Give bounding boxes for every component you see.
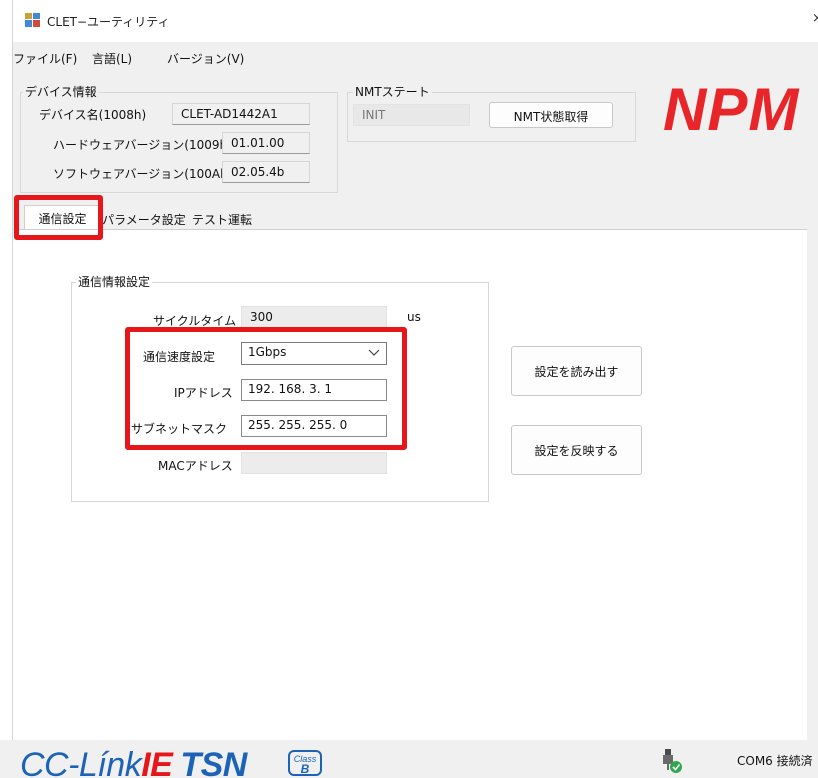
tab-strip: 通信設定 パラメータ設定 テスト運転 <box>13 205 818 233</box>
device-info-legend: デバイス情報 <box>23 83 99 100</box>
hw-version-label: ハードウェアバージョン(1009h) <box>53 138 232 152</box>
mac-address-field <box>241 452 387 474</box>
subnet-mask-input[interactable]: 255. 255. 255. 0 <box>241 415 387 437</box>
subnet-label: サブネットマスク <box>131 422 228 436</box>
nmt-state-field: INIT <box>353 104 470 126</box>
app-icon <box>25 13 40 27</box>
menu-bar: ファイル(F) 言語(L) バージョン(V) <box>13 44 818 72</box>
tab-test-run[interactable]: テスト運転 <box>187 207 257 231</box>
npm-logo: NPM <box>663 76 800 143</box>
comm-info-legend: 通信情報設定 <box>76 273 153 290</box>
cycle-time-field: 300 <box>241 306 387 328</box>
tab-parameter-settings[interactable]: パラメータ設定 <box>101 207 187 231</box>
window-title: CLET−ユーティリティ <box>47 15 170 29</box>
read-settings-button[interactable]: 設定を読み出す <box>511 346 642 396</box>
cycle-time-label: サイクルタイム <box>153 314 237 328</box>
mac-label: MACアドレス <box>158 459 233 473</box>
cclink-ie-tsn-logo: CC-LínkIE TSN <box>20 746 247 778</box>
device-name-field: CLET-AD1442A1 <box>172 103 310 125</box>
chevron-down-icon <box>368 349 380 356</box>
sw-version-field: 02.05.4b <box>222 161 310 183</box>
app-window: CLET−ユーティリティ × ファイル(F) 言語(L) バージョン(V) デバ… <box>12 0 818 778</box>
hw-version-field: 01.01.00 <box>222 132 310 154</box>
apply-settings-button[interactable]: 設定を反映する <box>511 425 642 475</box>
connection-status: COM6 接続済 <box>737 754 813 768</box>
menu-file[interactable]: ファイル(F) <box>13 50 77 67</box>
close-icon[interactable]: × <box>812 11 818 26</box>
speed-select[interactable]: 1Gbps <box>241 342 387 365</box>
device-name-label: デバイス名(1008h) <box>39 108 147 122</box>
speed-label: 通信速度設定 <box>143 350 216 364</box>
usb-connected-icon <box>663 749 682 773</box>
sw-version-label: ソフトウェアバージョン(100Ah) <box>53 167 233 181</box>
ip-label: IPアドレス <box>174 386 233 400</box>
menu-version[interactable]: バージョン(V) <box>167 50 244 67</box>
cycle-time-unit: us <box>407 310 421 324</box>
title-bar: CLET−ユーティリティ × <box>13 0 818 42</box>
nmt-get-state-button[interactable]: NMT状態取得 <box>489 102 613 128</box>
class-b-badge: Class B <box>288 750 322 776</box>
speed-select-value: 1Gbps <box>248 345 287 359</box>
nmt-state-legend: NMTステート <box>353 83 432 100</box>
ip-address-input[interactable]: 192. 168. 3. 1 <box>241 379 387 401</box>
menu-language[interactable]: 言語(L) <box>92 50 132 67</box>
